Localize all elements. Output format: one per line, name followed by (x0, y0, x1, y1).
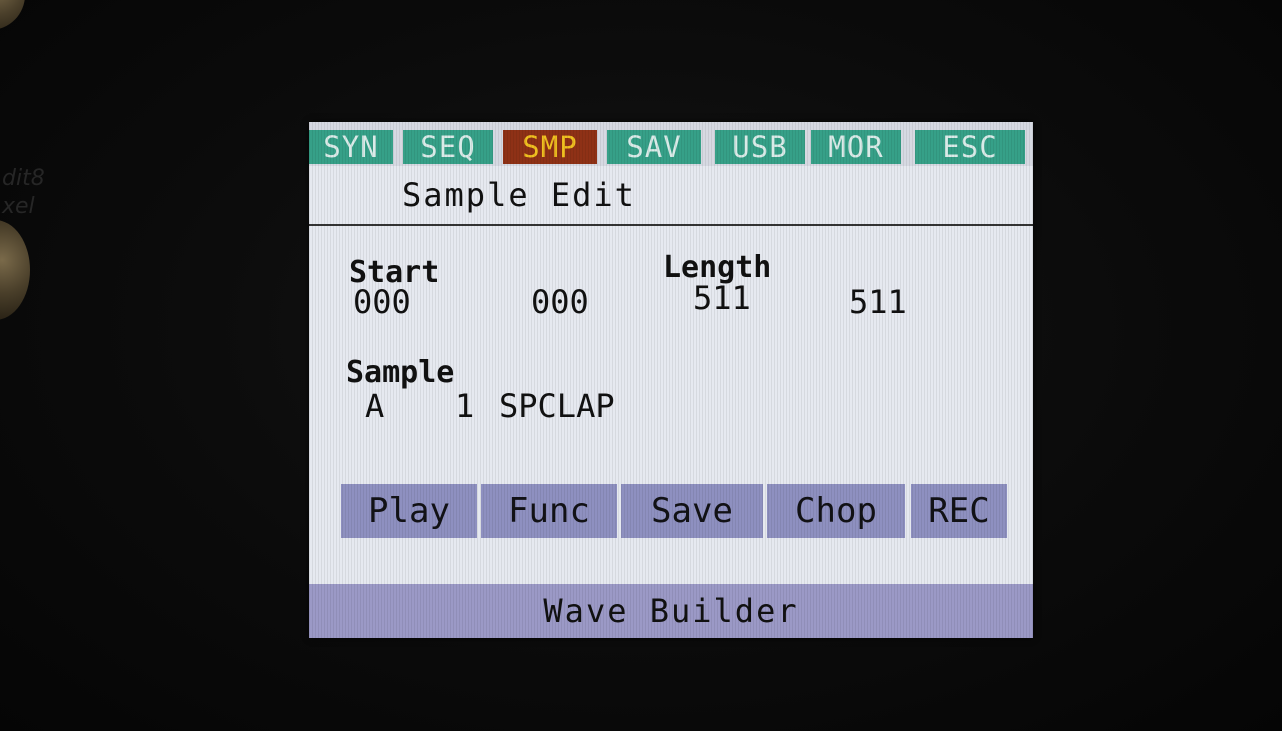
tab-syn[interactable]: SYN (309, 130, 393, 164)
tab-sav[interactable]: SAV (607, 130, 701, 164)
sample-bank-value[interactable]: A (365, 390, 384, 422)
softkey-save[interactable]: Save (621, 484, 763, 538)
start-coarse-value[interactable]: 000 (353, 286, 411, 318)
tab-esc[interactable]: ESC (915, 130, 1025, 164)
length-fine-value[interactable]: 511 (849, 286, 907, 318)
tab-seq[interactable]: SEQ (403, 130, 493, 164)
knob-top-left[interactable] (0, 0, 25, 30)
softkey-play[interactable]: Play (341, 484, 477, 538)
softkey-rec[interactable]: REC (911, 484, 1007, 538)
sample-label: Sample (346, 355, 455, 390)
length-coarse-value[interactable]: 511 (693, 282, 751, 314)
sample-name-value[interactable]: SPCLAP (499, 390, 615, 422)
softkey-func[interactable]: Func (481, 484, 617, 538)
device-photo: dit8 xel SYN SEQ SMP SAV USB MOR ESC Sam… (0, 0, 1282, 731)
start-fine-value[interactable]: 000 (531, 286, 589, 318)
knob-left[interactable] (0, 220, 30, 320)
title-bar: Sample Edit (309, 166, 1033, 226)
tab-usb[interactable]: USB (715, 130, 805, 164)
menu-tab-bar: SYN SEQ SMP SAV USB MOR ESC (309, 122, 1033, 166)
panel-print-2: xel (2, 194, 35, 219)
tab-smp[interactable]: SMP (503, 130, 597, 164)
lcd-screen: SYN SEQ SMP SAV USB MOR ESC Sample Edit … (309, 122, 1033, 638)
softkey-chop[interactable]: Chop (767, 484, 905, 538)
bottom-bar[interactable]: Wave Builder (309, 584, 1033, 638)
page-title: Sample Edit (402, 176, 636, 214)
sample-number-value[interactable]: 1 (455, 390, 474, 422)
panel-print-1: dit8 (2, 166, 45, 191)
tab-mor[interactable]: MOR (811, 130, 901, 164)
